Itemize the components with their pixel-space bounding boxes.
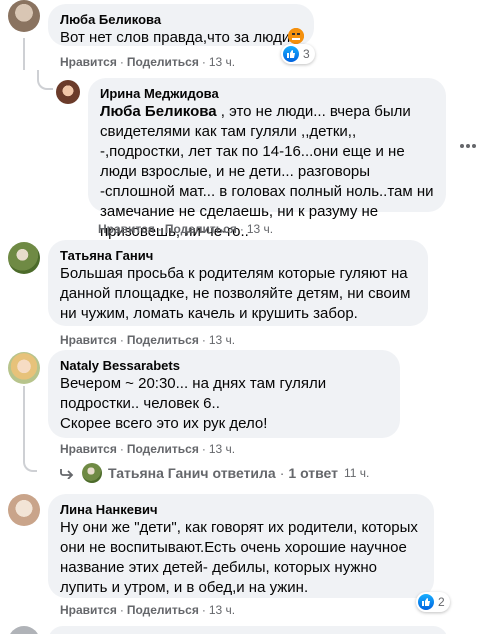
- reaction-count-value: 3: [303, 47, 310, 61]
- comment-bubble: [48, 626, 448, 634]
- comment-time[interactable]: 13 ч.: [209, 603, 235, 617]
- comment-time[interactable]: 13 ч.: [209, 333, 235, 347]
- reaction-count[interactable]: 3: [281, 44, 315, 64]
- reaction-count-value: 2: [438, 595, 445, 609]
- share-button[interactable]: Поделиться: [165, 222, 237, 236]
- comment-actions: Нравится · Поделиться · 13 ч.: [60, 442, 236, 456]
- comment-bubble: Люба Беликова Вот нет слов правда,что за…: [48, 4, 314, 46]
- thread-line: [23, 386, 25, 456]
- comment-text: Большая просьба к родителям которые гуля…: [60, 265, 411, 322]
- mention-link[interactable]: Люба Беликова: [100, 103, 217, 120]
- more-horizontal-icon: [460, 144, 476, 148]
- reply-summary-name: Татьяна Ганич: [108, 465, 209, 481]
- avatar[interactable]: [8, 626, 40, 634]
- share-button[interactable]: Поделиться: [127, 603, 199, 617]
- thumbs-up-icon: [418, 594, 434, 610]
- avatar[interactable]: [8, 0, 40, 32]
- view-replies-link[interactable]: Татьяна Ганич ответила · 1 ответ 11 ч.: [60, 462, 369, 484]
- comment-time[interactable]: 13 ч.: [209, 442, 235, 456]
- comment-time[interactable]: 13 ч.: [247, 222, 273, 236]
- avatar[interactable]: [8, 242, 40, 274]
- comment-actions: Нравится · Поделиться · 13 ч.: [60, 603, 236, 617]
- avatar[interactable]: [8, 352, 40, 384]
- share-button[interactable]: Поделиться: [127, 55, 199, 69]
- thread-connector: [37, 70, 53, 90]
- like-button[interactable]: Нравится: [60, 333, 117, 347]
- more-options-button[interactable]: [458, 136, 478, 156]
- reply-time: 11 ч.: [344, 466, 370, 480]
- share-button[interactable]: Поделиться: [127, 333, 199, 347]
- comment-author[interactable]: Ирина Меджидова: [100, 86, 434, 102]
- comment-text: Ну они же "дети", как говорят их родител…: [60, 519, 418, 596]
- comment-bubble: Лина Нанкевич Ну они же "дети", как гово…: [48, 494, 434, 598]
- angry-face-emoji-icon: [288, 28, 304, 44]
- avatar[interactable]: [8, 494, 40, 526]
- thread-line: [23, 38, 25, 70]
- comment-text: Вот нет слов правда,что за люди: [60, 29, 291, 46]
- thread-connector: [23, 454, 37, 472]
- comment-author[interactable]: Лина Нанкевич: [60, 502, 422, 518]
- comment-actions: Нравится · Поделиться · 13 ч.: [60, 333, 236, 347]
- avatar: [82, 463, 102, 483]
- thumbs-up-icon: [283, 46, 299, 62]
- comment-actions: Нравится · Поделиться · 13 ч.: [98, 222, 274, 236]
- comment-author[interactable]: Татьяна Ганич: [60, 248, 416, 264]
- comment-text: Вечером ~ 20:30... на днях там гуляли по…: [60, 375, 327, 432]
- reply-arrow-icon: [60, 469, 74, 479]
- reply-summary-verb: ответила: [212, 465, 276, 481]
- reply-count: 1 ответ: [288, 465, 339, 481]
- avatar[interactable]: [56, 80, 80, 104]
- like-button[interactable]: Нравится: [60, 55, 117, 69]
- comment-bubble: Ирина Меджидова Люба Беликова , это не л…: [88, 78, 446, 240]
- like-button[interactable]: Нравится: [98, 222, 155, 236]
- like-button[interactable]: Нравится: [60, 603, 117, 617]
- comment-bubble: Nataly Bessarabets Вечером ~ 20:30... на…: [48, 350, 400, 438]
- reaction-count[interactable]: 2: [416, 592, 450, 612]
- comment-author[interactable]: Люба Беликова: [60, 12, 302, 28]
- share-button[interactable]: Поделиться: [127, 442, 199, 456]
- comment-bubble: Татьяна Ганич Большая просьба к родителя…: [48, 240, 428, 326]
- comment-time[interactable]: 13 ч.: [209, 55, 235, 69]
- comment-author[interactable]: Nataly Bessarabets: [60, 358, 388, 374]
- comment-actions: Нравится · Поделиться · 13 ч.: [60, 55, 236, 69]
- like-button[interactable]: Нравится: [60, 442, 117, 456]
